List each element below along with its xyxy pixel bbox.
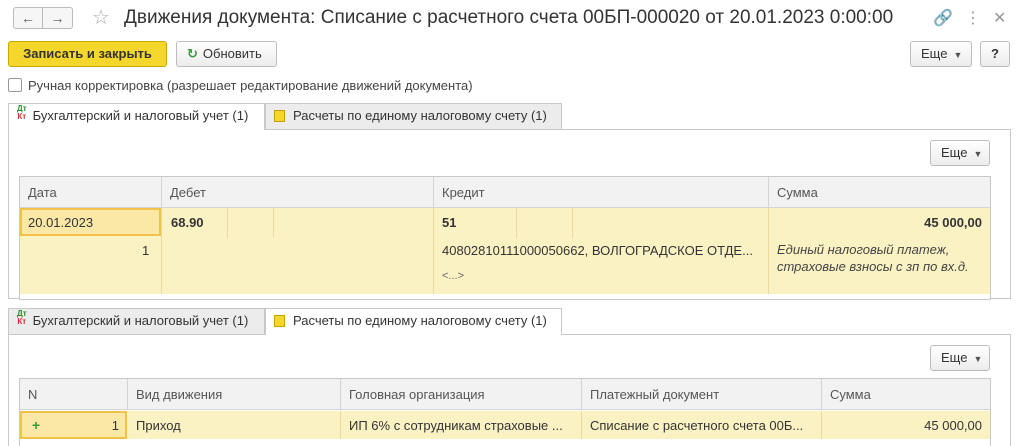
divider [768,208,769,294]
line-number: 1 [142,243,150,258]
credit-subconto[interactable]: 40802810111000050662, ВОЛГОГРАДСКОЕ ОТДЕ… [442,243,762,258]
movement-value: Приход [136,418,181,433]
window-title: Движения документа: Списание с расчетног… [124,7,894,28]
tab-accounting[interactable]: Дт Кт Бухгалтерский и налоговый учет (1) [8,103,265,130]
forward-button[interactable]: → [43,7,73,29]
col-amount[interactable]: Сумма [769,177,991,208]
col-debit[interactable]: Дебет [162,177,434,208]
refresh-label: Обновить [202,46,262,61]
dt-kt-icon: Дт Кт [17,309,27,326]
tab-ens[interactable]: Расчеты по единому налоговому счету (1) [265,308,562,335]
divider [581,411,582,439]
divider [433,208,434,294]
n-value: 1 [111,418,119,433]
n-cell[interactable]: + 1 [20,411,127,439]
refresh-button[interactable]: ↻ Обновить [176,41,277,67]
plus-icon: + [32,417,41,433]
description-line-1: Единый налоговый платеж, [777,242,950,257]
payment-doc-value[interactable]: Списание с расчетного счета 00Б... [590,418,816,433]
title-bar: ← → ☆ Движения документа: Списание с рас… [0,0,1020,38]
accounting-grid-header: Дата Дебет Кредит Сумма [20,177,990,208]
divider [340,411,341,439]
more-button[interactable]: Еще ▼ [910,41,972,67]
col-organization[interactable]: Головная организация [341,379,582,410]
register-icon [274,315,285,327]
register-icon [274,110,285,122]
help-button[interactable]: ? [980,41,1010,67]
organization-value[interactable]: ИП 6% с сотрудникам страховые ... [349,418,577,433]
table-row[interactable]: 20.01.2023 1 68.90 51 408028101110000506… [20,208,990,294]
debit-account[interactable]: 68.90 [171,215,204,230]
col-movement[interactable]: Вид движения [128,379,341,410]
dt-kt-icon: Дт Кт [17,104,27,121]
refresh-icon: ↻ [187,46,198,61]
table-row[interactable]: + 1 Приход ИП 6% с сотрудникам страховые… [20,411,990,439]
divider [273,208,274,238]
close-icon[interactable]: ✕ [993,8,1006,28]
chevron-down-icon: ▼ [953,50,963,60]
col-payment-doc[interactable]: Платежный документ [582,379,822,410]
date-cell[interactable]: 20.01.2023 [20,208,161,236]
date-value: 20.01.2023 [28,215,94,230]
amount-value: 45 000,00 [924,215,982,230]
ens-grid: N Вид движения Головная организация Плат… [19,378,991,446]
ens-panel: Еще ▼ N Вид движения Головная организация… [8,334,1011,446]
back-button[interactable]: ← [13,7,43,29]
credit-placeholder[interactable]: <...> [442,270,464,282]
tab-accounting[interactable]: Дт Кт Бухгалтерский и налоговый учет (1) [8,308,265,334]
col-date[interactable]: Дата [20,177,162,208]
tab-accounting-label: Бухгалтерский и налоговый учет (1) [32,108,249,123]
manual-correction-label: Ручная корректировка (разрешает редактир… [28,78,473,93]
divider [161,208,162,294]
tab-ens-label: Расчеты по единому налоговому счету (1) [293,108,547,123]
col-amount[interactable]: Сумма [822,379,991,410]
save-and-close-button[interactable]: Записать и закрыть [8,41,167,67]
chevron-down-icon: ▼ [973,354,983,364]
tab-ens[interactable]: Расчеты по единому налоговому счету (1) [265,103,562,129]
accounting-panel: Еще ▼ Дата Дебет Кредит Сумма 20.01.2023 … [8,129,1011,300]
chevron-down-icon: ▼ [973,149,983,159]
tab-accounting-label: Бухгалтерский и налоговый учет (1) [32,313,249,328]
manual-correction-checkbox[interactable] [8,78,22,92]
ens-more-button[interactable]: Еще ▼ [930,345,990,371]
ens-grid-header: N Вид движения Головная организация Плат… [20,379,990,410]
description-line-2: страховые взносы с зп по вх.д. [777,259,969,274]
star-icon[interactable]: ☆ [92,5,110,30]
tabs-accounting: Дт Кт Бухгалтерский и налоговый учет (1) Р… [8,103,1011,130]
accounting-more-button[interactable]: Еще ▼ [930,140,990,166]
amount-value: 45 000,00 [924,418,982,433]
accounting-grid: Дата Дебет Кредит Сумма 20.01.2023 1 68.… [19,176,991,300]
more-label: Еще [921,46,948,61]
credit-account[interactable]: 51 [442,215,456,230]
divider [821,411,822,439]
ens-more-label: Еще [941,350,968,365]
command-bar: Записать и закрыть ↻ Обновить Еще ▼ ? [0,40,1020,70]
manual-correction-row[interactable]: Ручная корректировка (разрешает редактир… [8,78,473,96]
more-vertical-icon[interactable]: ⋮ [965,8,981,28]
divider [227,208,228,238]
accounting-more-label: Еще [941,145,968,160]
col-credit[interactable]: Кредит [434,177,769,208]
divider [572,208,573,238]
tab-ens-label: Расчеты по единому налоговому счету (1) [293,313,547,328]
tabs-ens: Дт Кт Бухгалтерский и налоговый учет (1) Р… [8,308,1011,335]
arrow-right-icon: → [50,10,65,26]
divider [516,208,517,238]
arrow-left-icon: ← [21,10,35,26]
col-n[interactable]: N [20,379,128,410]
link-icon[interactable]: 🔗 [933,8,953,28]
